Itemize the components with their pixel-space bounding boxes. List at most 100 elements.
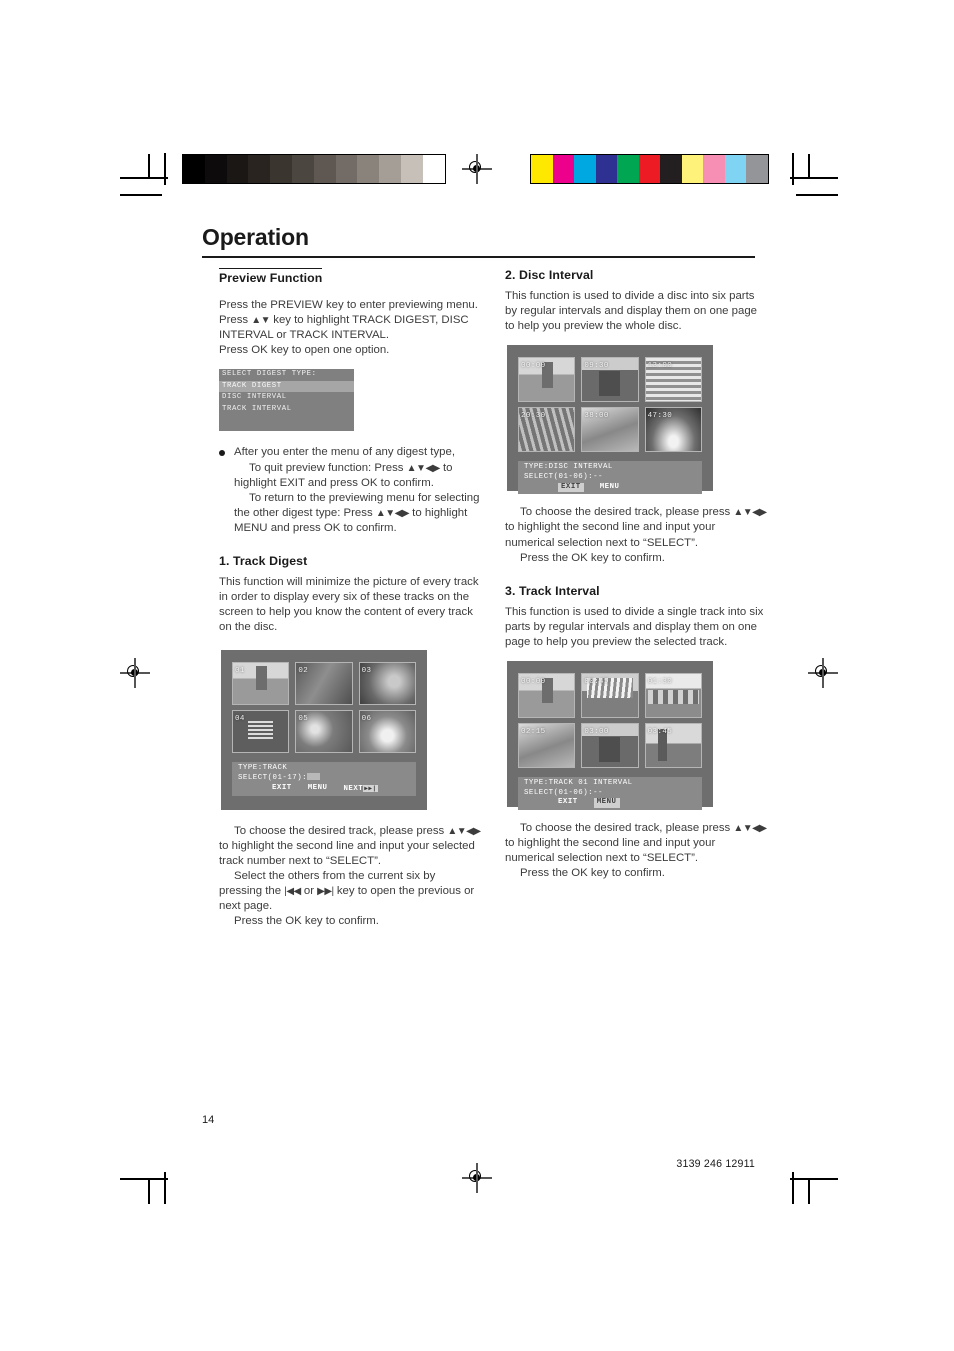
color-swatch-8 (703, 155, 725, 183)
color-swatch-0 (531, 155, 553, 183)
disc-interval-after-1: To choose the desired track, please pres… (505, 505, 767, 550)
thumbnail-disc-01[interactable]: 00:00 (518, 357, 576, 403)
thumbnail-track-06[interactable]: 06 (358, 709, 416, 753)
track-interval-after-2: Press the OK key to confirm. (520, 867, 665, 880)
preview-intro-line3: Press OK key to open one option. (219, 344, 390, 357)
osd-button-row: EXIT MENU NEXT▶▶| (238, 784, 416, 795)
preview-intro-line1: Press the PREVIEW key to enter previewin… (219, 299, 478, 312)
osd-button-row: EXIT MENU (524, 798, 702, 808)
track-digest-after-2: Select the others from the current six b… (219, 869, 481, 914)
osd-menu-item-track-digest[interactable]: TRACK DIGEST (219, 380, 354, 393)
thumbnail-ti-01[interactable]: 00:00 (518, 673, 576, 719)
thumbnail-track-04[interactable]: 04 (232, 709, 290, 753)
crop-mark-bl-h (120, 1178, 168, 1180)
osd-menu-button[interactable]: MENU (593, 798, 620, 808)
thumbnail-track-01[interactable]: 01 (232, 661, 290, 705)
color-swatch-9 (724, 155, 746, 183)
document-code: 3139 246 12911 (676, 1158, 755, 1170)
header-rule (202, 256, 755, 258)
crop-mark-tr-h2 (796, 194, 838, 196)
osd-select-line[interactable]: SELECT(01-06):-- (524, 473, 702, 483)
thumbnail-time-label: 20:30 (521, 412, 546, 421)
four-way-arrow-icon-2: ▲▼◀▶ (375, 507, 410, 519)
track-interval-body: This function is used to divide a single… (505, 605, 764, 649)
crop-mark-bl-v2 (164, 1172, 166, 1204)
thumbnail-track-02[interactable]: 02 (295, 661, 353, 705)
color-swatch-7 (681, 155, 703, 183)
thumbnail-time-label: 03:45 (647, 728, 673, 737)
tv-screen-disc-interval: 00:00 09:30 13:00 20:30 38:00 47:30 TYPE… (507, 345, 713, 495)
crop-mark-tl-h2 (120, 194, 162, 196)
thumbnail-ti-02[interactable]: 00:45 (581, 673, 639, 719)
thumbnail-ti-04[interactable]: 02:15 (518, 723, 576, 769)
grayscale-swatch-7 (335, 155, 358, 183)
grayscale-swatch-9 (379, 155, 401, 183)
color-swatch-10 (746, 155, 768, 183)
osd-menu-item-disc-interval[interactable]: DISC INTERVAL (219, 392, 354, 404)
thumbnail-ti-06[interactable]: 03:45 (644, 723, 702, 769)
osd-select-line[interactable]: SELECT(01-17): (238, 773, 416, 784)
disc-interval-body: This function is used to divide a disc i… (505, 290, 758, 333)
thumbnail-time-label: 00:45 (584, 678, 609, 687)
registration-mark-right (808, 658, 838, 688)
crop-mark-br-v2 (792, 1172, 794, 1204)
thumbnail-track-05[interactable]: 05 (295, 709, 353, 753)
thumbnail-time-label: 00:00 (521, 362, 546, 371)
osd-type-line: TYPE:TRACK (238, 763, 288, 772)
thumbnail-disc-04[interactable]: 20:30 (518, 407, 576, 453)
crop-mark-bl-v (148, 1178, 150, 1204)
thumbnail-time-label: 03:00 (584, 728, 609, 737)
four-way-arrow-icon-4: ▲▼◀▶ (733, 507, 767, 519)
osd-select-digest-type-menu[interactable]: SELECT DIGEST TYPE: TRACK DIGEST DISC IN… (219, 369, 354, 432)
osd-menu-button[interactable]: MENU (600, 483, 620, 493)
td-after2-mid: or (300, 884, 318, 897)
grayscale-swatch-6 (313, 155, 336, 183)
crop-mark-tl-v2 (164, 153, 166, 185)
ti-after-a: To choose the desired track, please pres… (520, 822, 734, 835)
osd-select-input[interactable] (307, 773, 321, 781)
osd-select-line[interactable]: SELECT(01-06):-- (524, 789, 702, 799)
next-track-icon: ▶▶| (363, 784, 378, 792)
thumbnail-disc-06[interactable]: 47:30 (644, 407, 702, 453)
crop-mark-tl-v (148, 154, 150, 178)
bullet-line2: To quit preview function: Press ▲▼◀▶ to … (234, 461, 481, 491)
thumbnail-time-label: 02:15 (521, 728, 546, 737)
osd-info-bar-track-digest: TYPE:TRACK SELECT(01-17): EXIT MENU NEXT… (232, 761, 416, 797)
thumbnail-time-label: 00:00 (521, 678, 546, 687)
color-swatch-3 (595, 155, 617, 183)
color-swatch-2 (574, 155, 596, 183)
four-way-arrow-icon-5: ▲▼◀▶ (733, 823, 767, 835)
four-way-arrow-icon-3: ▲▼◀▶ (447, 825, 481, 837)
tv-screen-track-digest: 01 02 03 04 05 06 TYPE:TRACK SELECT(01-1… (221, 649, 427, 810)
thumbnail-disc-02[interactable]: 09:30 (581, 357, 639, 403)
osd-next-button[interactable]: NEXT▶▶| (344, 784, 378, 795)
osd-menu-button[interactable]: MENU (308, 784, 328, 795)
osd-menu-title: SELECT DIGEST TYPE: (222, 370, 317, 379)
osd-menu-item-track-interval[interactable]: TRACK INTERVAL (219, 404, 354, 416)
thumbnail-disc-03[interactable]: 13:00 (644, 357, 702, 403)
thumbnail-label: 02 (298, 666, 309, 675)
osd-exit-button[interactable]: EXIT (272, 784, 292, 795)
osd-type-line: TYPE:TRACK 01 INTERVAL (524, 779, 633, 788)
thumbnail-track-03[interactable]: 03 (358, 661, 416, 705)
tv-screen-track-interval: 00:00 00:45 01:30 02:15 03:00 03:45 TYPE… (507, 661, 713, 810)
osd-type-line: TYPE:DISC INTERVAL (524, 463, 613, 472)
thumbnail-label: 04 (235, 714, 245, 723)
page-title-text: Operation (202, 224, 309, 250)
thumbnail-ti-05[interactable]: 03:00 (581, 723, 639, 769)
track-digest-after-1: To choose the desired track, please pres… (219, 824, 481, 869)
up-down-arrow-icon: ▲▼ (251, 315, 271, 327)
disc-interval-after-2: Press the OK key to confirm. (520, 551, 665, 564)
osd-next-label: NEXT (343, 784, 364, 793)
osd-select-label: SELECT(01-17): (238, 774, 308, 783)
osd-exit-button[interactable]: EXIT (558, 798, 578, 808)
left-column: Preview Function Press the PREVIEW key t… (219, 268, 481, 929)
thumbnail-disc-05[interactable]: 38:00 (581, 407, 639, 453)
four-way-arrow-icon: ▲▼◀▶ (406, 462, 441, 474)
grayscale-swatch-3 (248, 155, 271, 183)
bullet2-a: To quit preview function: Press (249, 461, 407, 474)
osd-exit-button[interactable]: EXIT (558, 482, 584, 493)
grayscale-swatch-0 (183, 155, 205, 183)
grayscale-swatch-2 (226, 155, 249, 183)
thumbnail-ti-03[interactable]: 01:30 (644, 673, 702, 719)
